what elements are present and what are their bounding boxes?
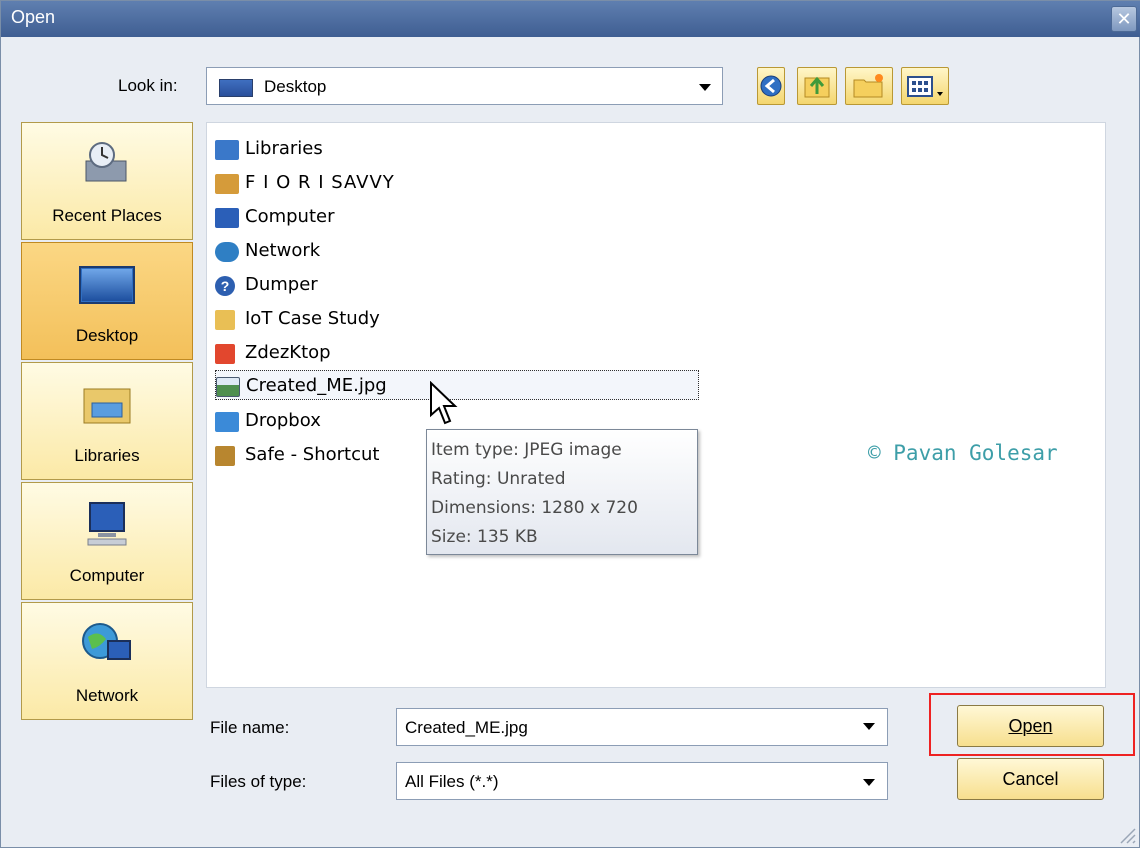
file-name: Dumper — [245, 274, 318, 295]
network-icon — [82, 623, 131, 660]
place-label: Network — [75, 686, 139, 705]
file-list[interactable]: Libraries F I O R I SAVVY Computer Netwo… — [206, 122, 1106, 688]
chevron-down-icon — [699, 84, 711, 91]
up-folder-button[interactable] — [797, 67, 837, 105]
place-label: Recent Places — [52, 206, 162, 225]
file-info-tooltip: Item type: JPEG image Rating: Unrated Di… — [426, 429, 698, 555]
tooltip-rating: Rating: Unrated — [431, 469, 566, 489]
resize-grip-icon[interactable] — [1117, 825, 1137, 845]
place-label: Desktop — [75, 326, 139, 345]
view-menu-button[interactable] — [901, 67, 949, 105]
watermark: © Pavan Golesar — [868, 441, 1058, 465]
image-file-icon — [216, 377, 240, 397]
chevron-down-icon[interactable] — [863, 723, 875, 730]
mouse-pointer-icon — [430, 381, 458, 425]
place-label: Computer — [69, 566, 145, 585]
window-title: Open — [11, 7, 56, 27]
back-button[interactable] — [757, 67, 785, 105]
app-icon — [215, 344, 235, 364]
view-menu-icon — [907, 76, 943, 97]
dropbox-shortcut-icon — [215, 412, 239, 432]
new-folder-icon — [853, 74, 883, 98]
file-name: Computer — [245, 206, 335, 227]
libraries-icon — [83, 388, 131, 424]
open-button-label: Open — [1008, 716, 1053, 736]
computer-icon — [87, 502, 127, 546]
file-name-label: File name: — [210, 718, 290, 737]
file-name: IoT Case Study — [245, 308, 380, 329]
look-in-label: Look in: — [118, 76, 178, 95]
network-icon — [215, 242, 239, 262]
place-libraries[interactable]: Libraries — [21, 362, 193, 480]
place-network[interactable]: Network — [21, 602, 193, 720]
file-name: ZdezKtop — [245, 342, 331, 363]
desktop-icon — [219, 79, 253, 97]
shortcut-icon — [215, 446, 235, 466]
file-type-dropdown[interactable]: All Files (*.*) — [396, 762, 888, 800]
place-label: Libraries — [74, 446, 140, 465]
file-type-label: Files of type: — [210, 772, 307, 791]
computer-icon — [215, 208, 239, 228]
open-button[interactable]: Open — [957, 705, 1104, 747]
cancel-button-label: Cancel — [1002, 769, 1059, 789]
new-folder-button[interactable] — [845, 67, 893, 105]
up-folder-icon — [804, 76, 830, 98]
file-name-value: Created_ME.jpg — [405, 718, 528, 737]
file-name: F I O R I SAVVY — [245, 172, 395, 193]
tooltip-size: Size: 135 KB — [431, 527, 538, 547]
file-name: Libraries — [245, 138, 323, 159]
tooltip-dimensions: Dimensions: 1280 x 720 — [431, 498, 638, 518]
place-recent-places[interactable]: Recent Places — [21, 122, 193, 240]
file-name: Created_ME.jpg — [246, 375, 387, 396]
folder-icon — [215, 310, 235, 330]
place-computer[interactable]: Computer — [21, 482, 193, 600]
help-icon: ? — [215, 276, 235, 296]
look-in-value: Desktop — [264, 77, 327, 96]
file-name: Safe - Shortcut — [245, 444, 380, 465]
desktop-icon — [79, 266, 135, 304]
file-name: Network — [245, 240, 321, 261]
close-icon: ✕ — [1116, 9, 1132, 29]
user-folder-icon — [215, 174, 239, 194]
title-bar[interactable]: Open ✕ — [1, 1, 1140, 37]
places-bar: Recent Places Desktop Libraries Computer… — [21, 122, 193, 720]
chevron-down-icon — [863, 779, 875, 786]
back-icon — [760, 75, 782, 97]
file-name-input[interactable]: Created_ME.jpg — [396, 708, 888, 746]
file-type-value: All Files (*.*) — [405, 772, 499, 791]
tooltip-item-type: Item type: JPEG image — [431, 440, 622, 460]
look-in-dropdown[interactable]: Desktop — [206, 67, 723, 105]
file-name: Dropbox — [245, 410, 321, 431]
close-button[interactable]: ✕ — [1111, 6, 1137, 32]
open-dialog: Open ✕ Look in: Desktop Recent Places De… — [0, 0, 1140, 848]
recent-places-icon — [85, 142, 127, 182]
libraries-icon — [215, 140, 239, 160]
cancel-button[interactable]: Cancel — [957, 758, 1104, 800]
place-desktop[interactable]: Desktop — [21, 242, 193, 360]
